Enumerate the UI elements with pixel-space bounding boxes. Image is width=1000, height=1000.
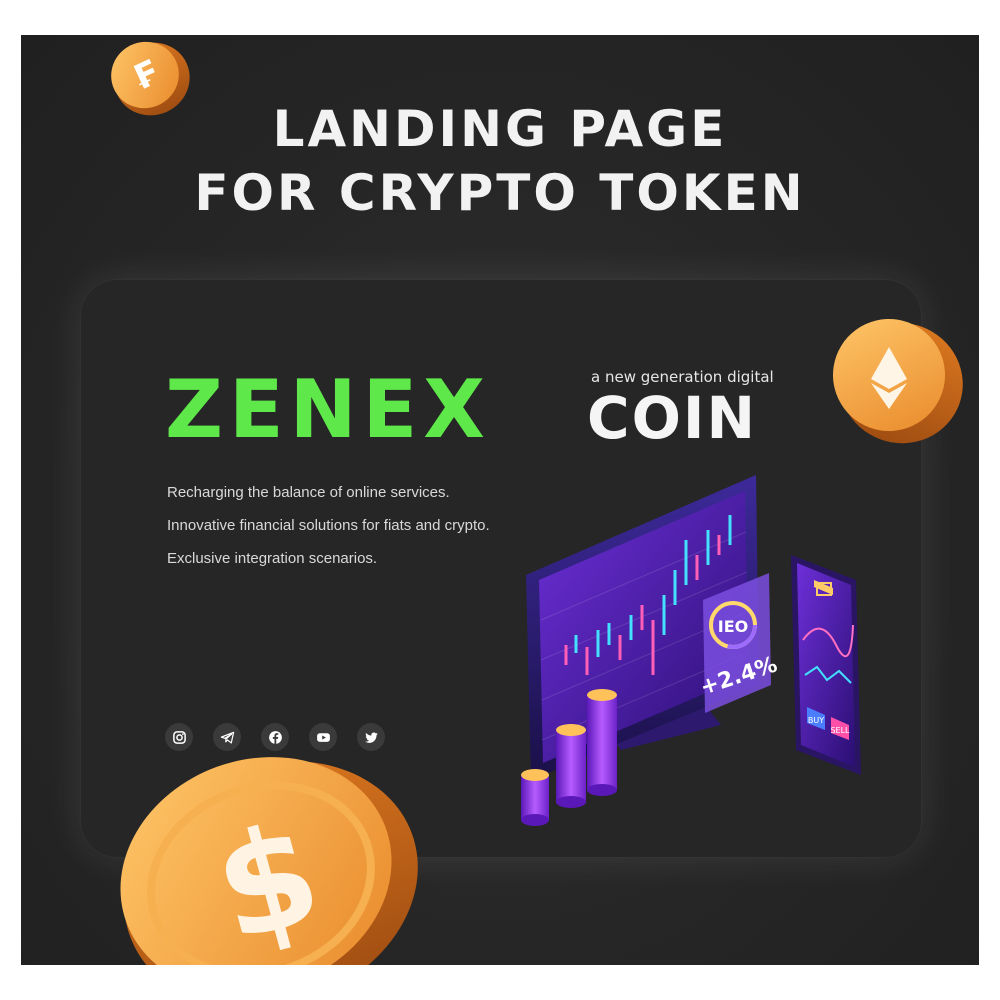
- twitter-icon: [364, 732, 378, 743]
- poster-headline: LANDING PAGE FOR CRYPTO TOKEN: [21, 97, 979, 225]
- product-name: COIN: [587, 384, 757, 452]
- facebook-link[interactable]: [261, 723, 289, 751]
- feature-item: Exclusive integration scenarios.: [167, 550, 378, 567]
- feature-item: Innovative financial solutions for fiats…: [167, 517, 490, 534]
- headline-line-2: FOR CRYPTO TOKEN: [194, 164, 806, 222]
- telegram-link[interactable]: [213, 723, 241, 751]
- youtube-link[interactable]: [309, 723, 337, 751]
- headline-line-1: LANDING PAGE: [272, 100, 728, 158]
- instagram-link[interactable]: [165, 723, 193, 751]
- feature-list: Recharging the balance of online service…: [167, 483, 490, 582]
- twitter-link[interactable]: [357, 723, 385, 751]
- poster-frame: LANDING PAGE FOR CRYPTO TOKEN ZENEX a ne…: [21, 35, 979, 965]
- facebook-icon: [268, 730, 282, 744]
- telegram-icon: [220, 731, 234, 744]
- feature-item: Recharging the balance of online service…: [167, 484, 450, 501]
- youtube-icon: [316, 732, 330, 742]
- svg-text:₣: ₣: [126, 53, 164, 99]
- instagram-icon: [172, 730, 186, 744]
- brand-name: ZENEX: [165, 363, 491, 456]
- social-links: [165, 723, 385, 751]
